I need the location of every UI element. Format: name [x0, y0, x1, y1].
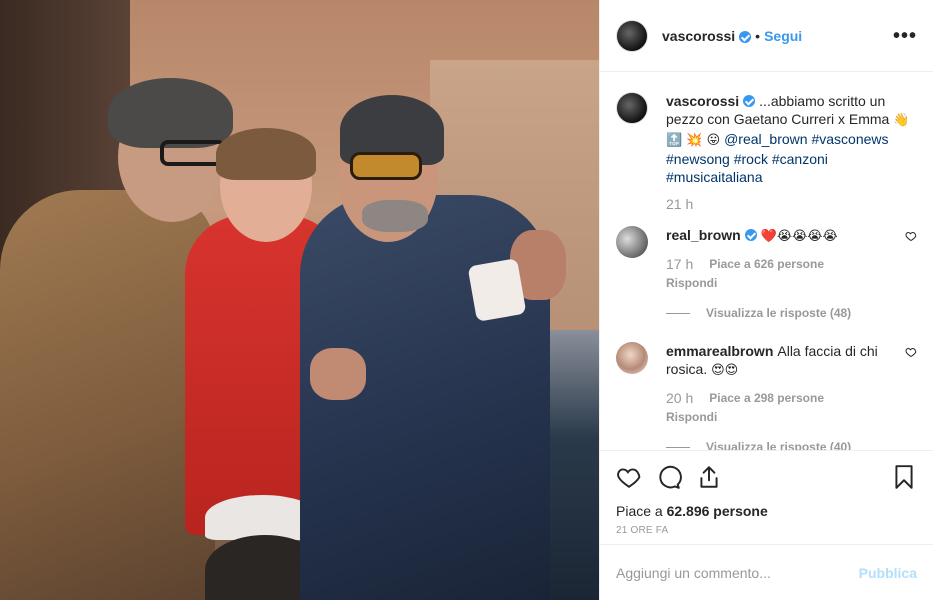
comment-meta: 20 h Piace a 298 persone: [666, 390, 917, 406]
comment-text: emmarealbrown Alla faccia di chi rosica. …: [666, 342, 905, 380]
comment-emoji: 😍😍: [711, 363, 739, 378]
avatar[interactable]: [616, 226, 648, 258]
reply-button[interactable]: Rispondi: [666, 276, 917, 290]
instagram-post-modal: vascorossi • Segui ••• vascorossi ...abbi…: [0, 0, 933, 600]
publish-button[interactable]: Pubblica: [859, 565, 917, 581]
caption-meta: 21 h: [666, 196, 917, 212]
comment-username[interactable]: real_brown: [666, 227, 741, 243]
view-replies-button[interactable]: Visualizza le risposte (48): [666, 306, 917, 320]
verified-badge-icon: [743, 95, 756, 107]
divider: [666, 312, 690, 314]
heart-icon[interactable]: [905, 230, 917, 242]
follow-button[interactable]: Segui: [764, 28, 802, 44]
photo-person-center-hair: [216, 128, 316, 180]
separator-dot: •: [755, 27, 761, 44]
likes-count[interactable]: Piace a 62.896 persone: [616, 503, 917, 519]
likes-prefix: Piace a: [616, 503, 667, 519]
photo-person-left-body: [0, 190, 215, 600]
comment-meta: 17 h Piace a 626 persone: [666, 256, 917, 272]
more-options-icon[interactable]: •••: [893, 26, 917, 46]
comment-input[interactable]: [616, 564, 859, 581]
comment-item: emmarealbrown Alla faccia di chi rosica. …: [616, 342, 917, 450]
reply-button[interactable]: Rispondi: [666, 410, 917, 424]
comment-emoji: ❤️😭😭😭😭: [760, 229, 838, 244]
post-actions: Piace a 62.896 persone 21 ore fa: [600, 450, 933, 536]
comment-icon[interactable]: [656, 464, 682, 490]
verified-badge-icon: [744, 229, 757, 241]
divider: [666, 446, 690, 448]
post-timestamp[interactable]: 21 ore fa: [616, 525, 917, 536]
header-username[interactable]: vascorossi: [662, 28, 735, 44]
avatar[interactable]: [616, 92, 648, 124]
heart-icon[interactable]: [905, 346, 917, 358]
comment-likes[interactable]: Piace a 298 persone: [709, 391, 824, 405]
action-icons: [616, 461, 917, 493]
bookmark-icon[interactable]: [891, 464, 917, 490]
caption-timestamp[interactable]: 21 h: [666, 196, 693, 212]
caption-username[interactable]: vascorossi: [666, 93, 739, 109]
photo-hand: [310, 348, 366, 400]
comment-item: real_brown ❤️😭😭😭😭 17 h Piace a 626 person…: [616, 226, 917, 320]
photo-phone: [467, 258, 527, 322]
comments-list[interactable]: vascorossi ...abbiamo scritto un pezzo co…: [600, 72, 933, 450]
caption: vascorossi ...abbiamo scritto un pezzo co…: [616, 92, 917, 212]
photo-person-left-hair: [108, 78, 233, 148]
comment-likes[interactable]: Piace a 626 persone: [709, 257, 824, 271]
view-replies-label: Visualizza le risposte (48): [706, 306, 852, 320]
likes-number[interactable]: 62.896 persone: [667, 503, 768, 519]
share-icon[interactable]: [696, 464, 722, 490]
verified-badge-icon: [739, 30, 752, 43]
photo-person-right-glasses: [350, 152, 422, 180]
view-replies-label: Visualizza le risposte (40): [706, 440, 852, 450]
avatar[interactable]: [616, 342, 648, 374]
caption-text: vascorossi ...abbiamo scritto un pezzo co…: [666, 92, 917, 186]
photo-person-right-beard: [362, 200, 428, 232]
post-photo[interactable]: [0, 0, 599, 600]
comment-timestamp[interactable]: 20 h: [666, 390, 693, 406]
view-replies-button[interactable]: Visualizza le risposte (40): [666, 440, 917, 450]
post-header: vascorossi • Segui •••: [600, 0, 933, 72]
mention-link[interactable]: @real_brown: [724, 131, 807, 147]
comment-timestamp[interactable]: 17 h: [666, 256, 693, 272]
heart-icon[interactable]: [616, 464, 642, 490]
post-side-panel: vascorossi • Segui ••• vascorossi ...abbi…: [599, 0, 933, 600]
comment-username[interactable]: emmarealbrown: [666, 343, 773, 359]
add-comment-bar: Pubblica: [600, 544, 933, 600]
comment-text: real_brown ❤️😭😭😭😭: [666, 226, 838, 246]
avatar[interactable]: [616, 19, 648, 52]
